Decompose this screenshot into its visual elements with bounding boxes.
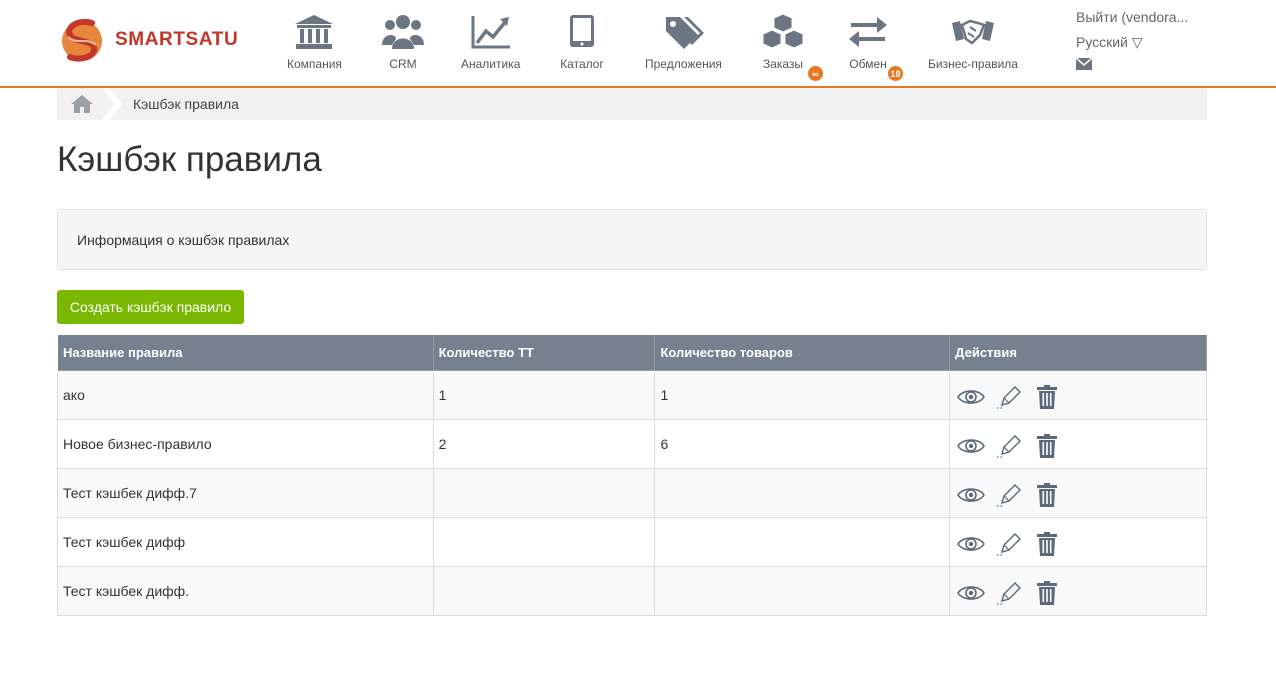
rule-name-cell: Тест кэшбек дифф.7 — [57, 468, 434, 518]
table-header-row: Название правила Количество ТТ Количеств… — [57, 334, 1207, 371]
nav-item-crm[interactable]: CRM — [380, 12, 426, 71]
tt-count-cell — [432, 517, 656, 567]
tags-icon — [660, 12, 706, 52]
trash-icon[interactable] — [1033, 385, 1061, 409]
bank-icon — [291, 12, 337, 52]
actions-cell — [949, 370, 1207, 420]
info-panel: Информация о кэшбэк правилах — [57, 209, 1207, 270]
nav-item-orders[interactable]: Заказы ∞ — [760, 12, 823, 81]
cubes-icon — [760, 12, 806, 52]
tablet-icon — [559, 12, 605, 52]
nav-item-exchange[interactable]: Обмен 18 — [845, 12, 903, 81]
logo-icon — [62, 19, 102, 62]
actions-cell — [949, 468, 1207, 518]
column-header-actions: Действия — [949, 334, 1207, 371]
breadcrumb-separator — [101, 88, 123, 120]
table-row[interactable]: Тест кэшбек дифф — [57, 517, 1207, 567]
breadcrumb-home[interactable] — [57, 88, 107, 120]
rule-name-cell: Тест кэшбек дифф — [57, 517, 434, 567]
tt-count-cell: 2 — [432, 419, 656, 469]
chart-line-icon — [468, 12, 514, 52]
exchange-icon — [845, 12, 891, 52]
envelope-icon[interactable] — [1076, 58, 1092, 70]
pencil-icon[interactable] — [995, 385, 1023, 409]
create-cashback-rule-button[interactable]: Создать кэшбэк правило — [57, 290, 244, 324]
orders-badge: ∞ — [808, 66, 823, 81]
trash-icon[interactable] — [1033, 532, 1061, 556]
trash-icon[interactable] — [1033, 581, 1061, 605]
tt-count-cell — [432, 468, 656, 518]
table-row[interactable]: Тест кэшбек дифф.7 — [57, 468, 1207, 518]
column-header-name[interactable]: Название правила — [57, 334, 434, 371]
trash-icon[interactable] — [1033, 434, 1061, 458]
logout-link[interactable]: Выйти (vendora... — [1076, 9, 1206, 25]
pencil-icon[interactable] — [995, 532, 1023, 556]
top-header: SMARTSATU Компания CRM Аналитика Каталог… — [0, 0, 1276, 88]
eye-icon[interactable] — [957, 532, 986, 556]
nav-item-catalog[interactable]: Каталог — [559, 12, 605, 71]
tt-count-cell: 1 — [432, 370, 656, 420]
eye-icon[interactable] — [957, 483, 986, 507]
logo[interactable]: SMARTSATU — [60, 17, 238, 63]
actions-cell — [949, 566, 1207, 616]
brand-name: SMARTSATU — [115, 29, 239, 50]
info-text: Информация о кэшбэк правилах — [77, 231, 290, 248]
table-row[interactable]: ако 1 1 — [57, 370, 1207, 420]
eye-icon[interactable] — [957, 581, 986, 605]
goods-count-cell: 6 — [654, 419, 951, 469]
nav-item-company[interactable]: Компания — [287, 12, 342, 71]
goods-count-cell — [654, 468, 951, 518]
goods-count-cell: 1 — [654, 370, 951, 420]
eye-icon[interactable] — [957, 385, 986, 409]
table-row[interactable]: Новое бизнес-правило 2 6 — [57, 419, 1207, 469]
table-row[interactable]: Тест кэшбек дифф. — [57, 566, 1207, 616]
user-menu: Выйти (vendora... Русский ▽ — [1076, 9, 1206, 70]
column-header-goods-count[interactable]: Количество товаров — [654, 334, 951, 371]
eye-icon[interactable] — [957, 434, 986, 458]
rule-name-cell: Тест кэшбек дифф. — [57, 566, 434, 616]
home-icon — [71, 95, 93, 113]
language-select[interactable]: Русский ▽ — [1076, 34, 1206, 51]
handshake-icon — [950, 12, 996, 52]
breadcrumb-current: Кэшбэк правила — [133, 96, 239, 112]
pencil-icon[interactable] — [995, 434, 1023, 458]
nav-item-analytics[interactable]: Аналитика — [461, 12, 520, 71]
trash-icon[interactable] — [1033, 483, 1061, 507]
breadcrumb: Кэшбэк правила — [57, 88, 1207, 120]
goods-count-cell — [654, 566, 951, 616]
page-title: Кэшбэк правила — [57, 140, 322, 179]
actions-cell — [949, 517, 1207, 567]
exchange-badge: 18 — [888, 66, 903, 81]
nav-item-business-rules[interactable]: Бизнес-правила — [928, 12, 1018, 71]
rule-name-cell: Новое бизнес-правило — [57, 419, 434, 469]
rule-name-cell: ако — [57, 370, 434, 420]
users-icon — [380, 12, 426, 52]
nav-item-offers[interactable]: Предложения — [645, 12, 722, 71]
goods-count-cell — [654, 517, 951, 567]
actions-cell — [949, 419, 1207, 469]
rules-table: Название правила Количество ТТ Количеств… — [57, 334, 1207, 616]
tt-count-cell — [432, 566, 656, 616]
pencil-icon[interactable] — [995, 581, 1023, 605]
column-header-tt-count[interactable]: Количество ТТ — [432, 334, 656, 371]
pencil-icon[interactable] — [995, 483, 1023, 507]
